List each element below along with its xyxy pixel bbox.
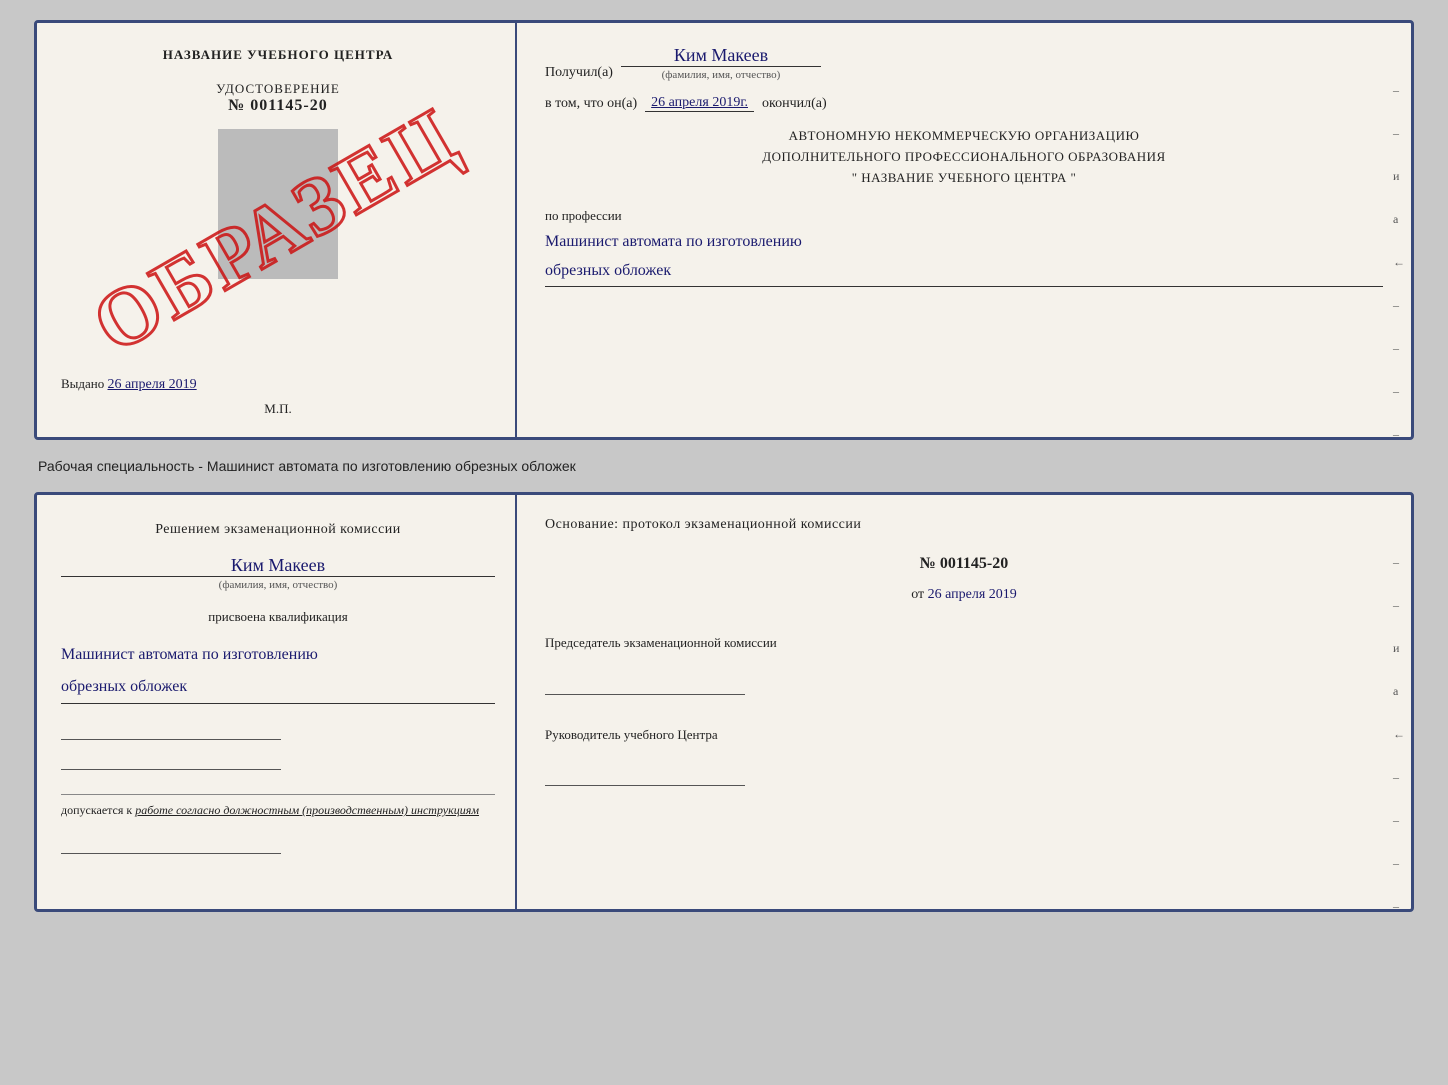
- photo-placeholder: [218, 129, 338, 279]
- qual-line2: обрезных обложек: [61, 678, 187, 695]
- protocol-date: от 26 апреля 2019: [545, 587, 1383, 603]
- protocol-date-value: 26 апреля 2019: [928, 587, 1017, 602]
- sig-line-2: [61, 750, 281, 770]
- allowed-text: работе согласно должностным (производств…: [135, 803, 479, 817]
- sig-line-1: [61, 720, 281, 740]
- chairman-sig-line: [545, 675, 745, 695]
- mp-label: М.П.: [264, 401, 291, 417]
- cert-number: № 001145-20: [216, 97, 340, 115]
- date-suffix: окончил(а): [762, 96, 827, 112]
- decision-text: Решением экзаменационной комиссии: [61, 519, 495, 541]
- person-name: Ким Макеев: [61, 555, 495, 577]
- director-sig-line: [545, 766, 745, 786]
- caption-line: Рабочая специальность - Машинист автомат…: [34, 458, 1414, 474]
- bottom-cert-right: Основание: протокол экзаменационной коми…: [517, 495, 1411, 909]
- bottom-cert-left: Решением экзаменационной комиссии Ким Ма…: [37, 495, 517, 909]
- chairman-block: Председатель экзаменационной комиссии: [545, 633, 1383, 695]
- director-block: Руководитель учебного Центра: [545, 725, 1383, 787]
- top-cert-number-block: УДОСТОВЕРЕНИЕ № 001145-20: [216, 81, 340, 115]
- date-prefix: в том, что он(а): [545, 96, 637, 112]
- chairman-label: Председатель экзаменационной комиссии: [545, 633, 1383, 653]
- udostoverenie-label: УДОСТОВЕРЕНИЕ: [216, 81, 340, 97]
- received-block: Получил(а) Ким Макеев (фамилия, имя, отч…: [545, 45, 1383, 81]
- org-line3: " НАЗВАНИЕ УЧЕБНОГО ЦЕНТРА ": [545, 168, 1383, 189]
- received-prefix: Получил(а): [545, 65, 613, 81]
- org-block: АВТОНОМНУЮ НЕКОММЕРЧЕСКУЮ ОРГАНИЗАЦИЮ ДО…: [545, 126, 1383, 188]
- osnov-title: Основание: протокол экзаменационной коми…: [545, 517, 1383, 533]
- fio-sublabel: (фамилия, имя, отчество): [621, 69, 821, 81]
- profession-written: Машинист автомата по изготовлению обрезн…: [545, 228, 1383, 287]
- issued-line: Выдано 26 апреля 2019: [61, 346, 495, 393]
- side-marks-bottom: – – и а ← – – – –: [1393, 555, 1405, 912]
- org-line1: АВТОНОМНУЮ НЕКОММЕРЧЕСКУЮ ОРГАНИЗАЦИЮ: [545, 126, 1383, 147]
- profession-label: по профессии: [545, 208, 1383, 224]
- bottom-sig-lines: [61, 720, 495, 770]
- issued-prefix: Выдано: [61, 376, 104, 391]
- qualification-label: присвоена квалификация: [61, 609, 495, 625]
- top-cert-right: Получил(а) Ким Макеев (фамилия, имя, отч…: [517, 23, 1411, 437]
- bottom-certificate: Решением экзаменационной комиссии Ким Ма…: [34, 492, 1414, 912]
- allowed-line: допускается к работе согласно должностны…: [61, 794, 495, 818]
- director-label: Руководитель учебного Центра: [545, 725, 1383, 745]
- qual-line1: Машинист автомата по изготовлению: [61, 646, 318, 663]
- allowed-label: допускается к: [61, 803, 132, 817]
- top-center-title: НАЗВАНИЕ УЧЕБНОГО ЦЕНТРА: [163, 47, 394, 63]
- fio-sublabel-bottom: (фамилия, имя, отчество): [61, 579, 495, 591]
- received-line: Получил(а) Ким Макеев (фамилия, имя, отч…: [545, 45, 1383, 81]
- issued-date: 26 апреля 2019: [108, 377, 197, 392]
- recipient-name: Ким Макеев: [621, 45, 821, 67]
- date-value: 26 апреля 2019г.: [645, 95, 754, 112]
- side-marks-top: – – и а ← – – – –: [1393, 83, 1405, 440]
- profession-block: по профессии Машинист автомата по изгото…: [545, 208, 1383, 287]
- sig-line-allowed: [61, 834, 281, 854]
- profession-line2: обрезных обложек: [545, 262, 671, 279]
- person-name-block: Ким Макеев (фамилия, имя, отчество): [61, 555, 495, 591]
- protocol-number: № 001145-20: [545, 555, 1383, 573]
- date-from-prefix: от: [911, 587, 924, 602]
- date-line: в том, что он(а) 26 апреля 2019г. окончи…: [545, 95, 1383, 112]
- qualification-written: Машинист автомата по изготовлению обрезн…: [61, 639, 495, 704]
- profession-line1: Машинист автомата по изготовлению: [545, 233, 802, 250]
- top-cert-left: НАЗВАНИЕ УЧЕБНОГО ЦЕНТРА УДОСТОВЕРЕНИЕ №…: [37, 23, 517, 437]
- org-line2: ДОПОЛНИТЕЛЬНОГО ПРОФЕССИОНАЛЬНОГО ОБРАЗО…: [545, 147, 1383, 168]
- top-certificate: НАЗВАНИЕ УЧЕБНОГО ЦЕНТРА УДОСТОВЕРЕНИЕ №…: [34, 20, 1414, 440]
